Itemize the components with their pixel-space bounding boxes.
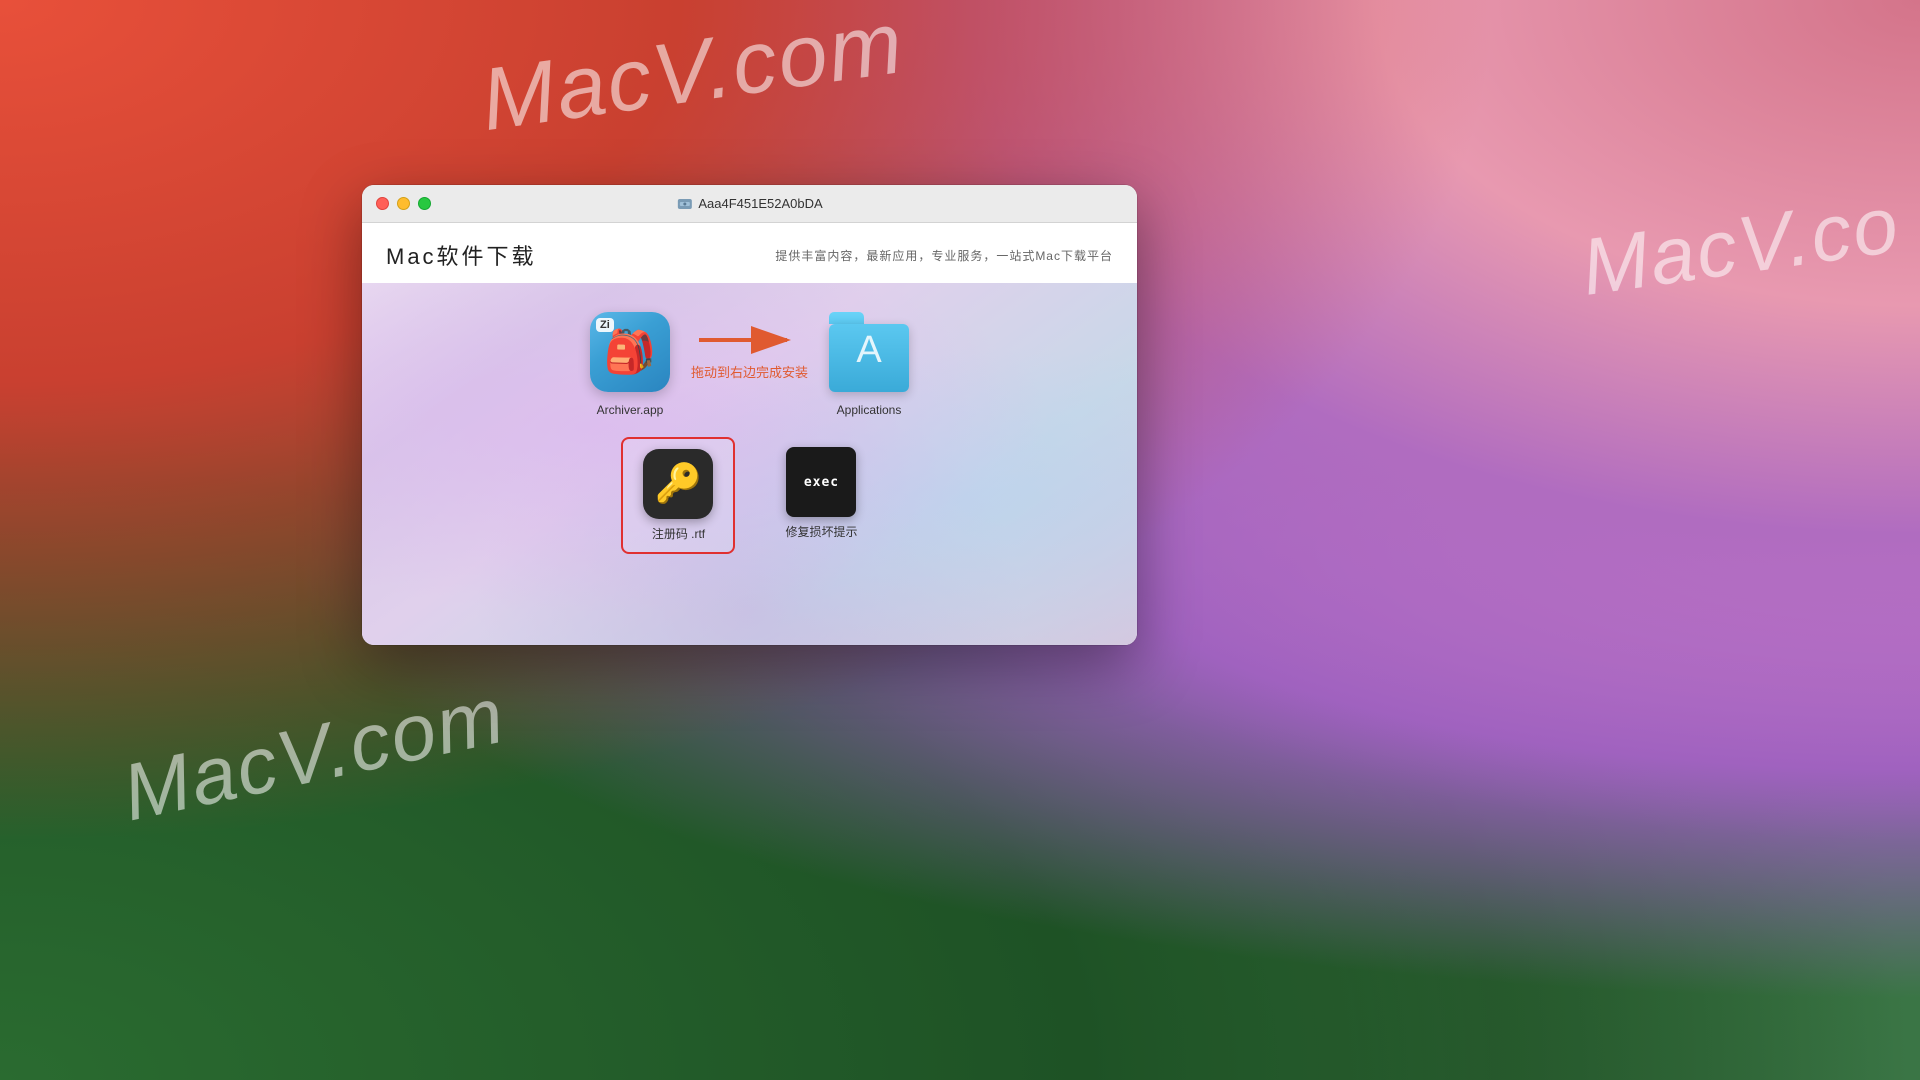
maximize-button[interactable] — [418, 197, 431, 210]
exec-icon: exec — [786, 447, 856, 517]
extras-row: 🔑 注册码 .rtf exec 修复损坏提示 — [402, 437, 1097, 554]
applications-symbol: A — [847, 326, 891, 378]
install-arrow-container: 拖动到右边完成安装 — [691, 320, 808, 381]
window-header: Mac软件下载 提供丰富内容，最新应用，专业服务，一站式Mac下载平台 — [362, 223, 1137, 283]
reg-file-item[interactable]: 🔑 注册码 .rtf — [621, 437, 735, 554]
close-button[interactable] — [376, 197, 389, 210]
minimize-button[interactable] — [397, 197, 410, 210]
archiver-app-item[interactable]: Zi 🎒 Archiver.app — [585, 307, 675, 417]
app-window: Aaa4F451E52A0bDA Mac软件下载 提供丰富内容，最新应用，专业服… — [362, 185, 1137, 645]
archiver-icon-container: Zi 🎒 — [585, 307, 675, 397]
dmg-content: Zi 🎒 Archiver.app 拖动到右边完成安装 — [362, 283, 1137, 645]
window-title: Aaa4F451E52A0bDA — [676, 196, 822, 212]
applications-label: Applications — [837, 403, 902, 417]
install-row: Zi 🎒 Archiver.app 拖动到右边完成安装 — [402, 307, 1097, 417]
archiver-badge: Zi — [596, 318, 614, 332]
repair-label: 修复损坏提示 — [785, 523, 857, 540]
disk-image-icon — [676, 196, 692, 212]
applications-item[interactable]: A Applications — [824, 307, 914, 417]
folder-tab — [829, 312, 864, 324]
exec-label-text: exec — [804, 475, 839, 490]
install-arrow — [699, 320, 799, 360]
applications-folder-icon: A — [829, 312, 909, 392]
svg-text:A: A — [856, 329, 882, 370]
archiver-icon: Zi 🎒 — [590, 312, 670, 392]
applications-icon-container: A — [824, 307, 914, 397]
reg-file-label: 注册码 .rtf — [652, 525, 705, 542]
backpack-icon: 🎒 — [604, 328, 656, 377]
site-title: Mac软件下载 — [386, 239, 537, 271]
keys-icon: 🔑 — [655, 462, 702, 506]
archiver-label: Archiver.app — [597, 403, 664, 417]
repair-item[interactable]: exec 修复损坏提示 — [765, 437, 877, 550]
keychain-icon: 🔑 — [643, 449, 713, 519]
site-subtitle: 提供丰富内容，最新应用，专业服务，一站式Mac下载平台 — [775, 247, 1113, 264]
titlebar: Aaa4F451E52A0bDA — [362, 185, 1137, 223]
drag-label: 拖动到右边完成安装 — [691, 362, 808, 381]
folder-body: A — [829, 324, 909, 392]
traffic-lights — [376, 197, 431, 210]
